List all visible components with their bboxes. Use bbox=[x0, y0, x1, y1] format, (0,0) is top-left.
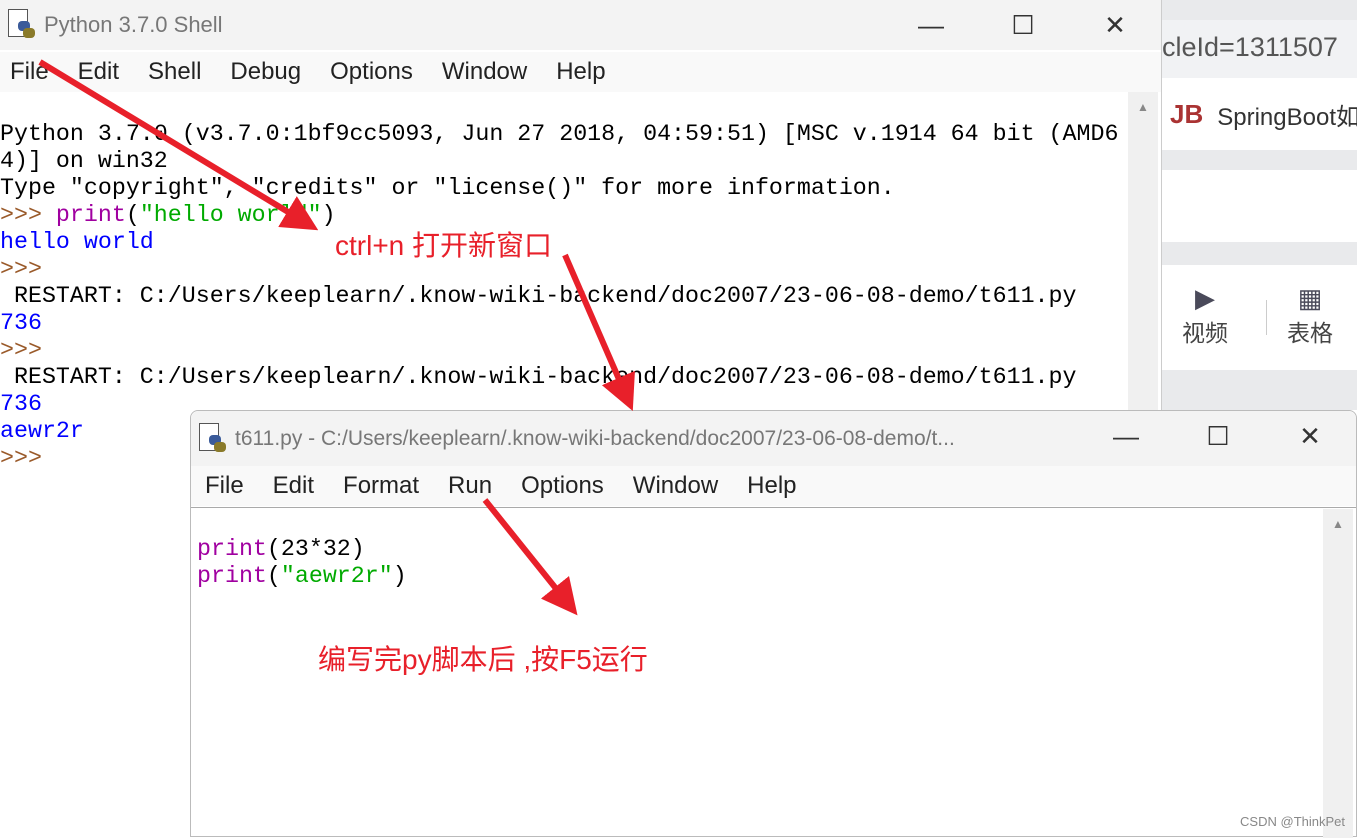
annotation-f5: 编写完py脚本后 ,按F5运行 bbox=[318, 644, 648, 675]
arrow-3 bbox=[482, 498, 578, 616]
arrow-1 bbox=[38, 59, 319, 231]
annotation-arrows bbox=[38, 59, 635, 616]
annotation-ctrl-n: ctrl+n 打开新窗口 bbox=[335, 230, 553, 261]
arrow-2 bbox=[562, 253, 635, 412]
watermark: CSDN @ThinkPet bbox=[1240, 814, 1345, 829]
